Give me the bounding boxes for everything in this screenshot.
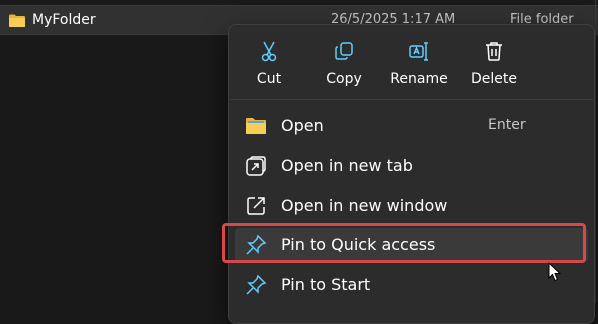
new-tab-icon bbox=[245, 155, 267, 177]
pin-icon bbox=[245, 274, 267, 296]
context-menu: Cut Copy Rename Delete Open Enter Open i… bbox=[228, 24, 595, 324]
scissors-icon bbox=[233, 39, 305, 63]
cut-button[interactable]: Cut bbox=[233, 35, 305, 93]
scrollbar-divider bbox=[595, 0, 596, 303]
menu-item-label: Open in new window bbox=[281, 196, 448, 215]
menu-item-open-in-new-window[interactable]: Open in new window bbox=[235, 189, 588, 223]
copy-label: Copy bbox=[326, 71, 362, 87]
menu-item-label: Pin to Start bbox=[281, 275, 371, 294]
context-menu-toolbar: Cut Copy Rename Delete bbox=[229, 25, 594, 99]
delete-button[interactable]: Delete bbox=[458, 35, 530, 93]
rename-icon bbox=[383, 39, 455, 63]
file-name: MyFolder bbox=[32, 12, 96, 28]
cut-label: Cut bbox=[256, 71, 282, 87]
menu-item-label: Open bbox=[281, 116, 324, 135]
new-window-icon bbox=[245, 195, 267, 217]
menu-item-open-in-new-tab[interactable]: Open in new tab bbox=[235, 149, 588, 183]
menu-item-pin-to-start[interactable]: Pin to Start bbox=[235, 268, 588, 302]
rename-label: Rename bbox=[390, 71, 448, 87]
rename-button[interactable]: Rename bbox=[383, 35, 455, 93]
mouse-cursor-icon bbox=[548, 261, 562, 286]
copy-button[interactable]: Copy bbox=[308, 35, 380, 93]
copy-icon bbox=[308, 39, 380, 63]
highlight-annotation bbox=[222, 223, 586, 263]
folder-icon bbox=[245, 115, 267, 137]
menu-separator bbox=[230, 99, 593, 100]
shortcut-hint: Enter bbox=[488, 117, 526, 133]
folder-icon bbox=[8, 13, 26, 32]
menu-item-label: Open in new tab bbox=[281, 156, 413, 175]
trash-icon bbox=[458, 39, 530, 63]
menu-item-open[interactable]: Open Enter bbox=[235, 109, 588, 143]
delete-label: Delete bbox=[471, 71, 517, 87]
